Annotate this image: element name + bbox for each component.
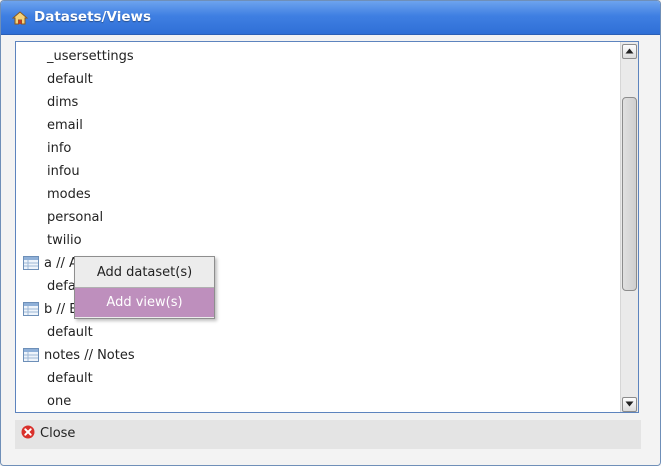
home-icon (11, 11, 29, 25)
list-item-label: info (47, 141, 72, 156)
list-item-label: _usersettings (47, 49, 134, 64)
list-item[interactable]: default (47, 367, 93, 390)
close-button[interactable]: Close (21, 423, 75, 445)
dataset-group-item[interactable]: a // A (23, 252, 78, 275)
chevron-up-icon (625, 48, 634, 54)
list-item[interactable]: default (47, 68, 93, 91)
list-item-label: twilio (47, 233, 82, 248)
scroll-down-button[interactable] (622, 397, 637, 412)
list-item[interactable]: twilio (47, 229, 82, 252)
datasets-views-list[interactable]: _usersettings default dims email info in… (15, 41, 639, 413)
datasets-views-dialog: Datasets/Views _usersettings default dim… (0, 0, 661, 466)
menu-item-add-datasets[interactable]: Add dataset(s) (75, 258, 214, 287)
window-title: Datasets/Views (34, 9, 151, 25)
list-item[interactable]: email (47, 114, 83, 137)
table-icon (23, 347, 39, 362)
title-bar[interactable]: Datasets/Views (1, 1, 660, 35)
close-icon (21, 425, 35, 439)
menu-item-add-views[interactable]: Add view(s) (75, 288, 214, 317)
dialog-content: _usersettings default dims email info in… (1, 35, 660, 465)
table-icon (23, 255, 39, 270)
list-item-label: dims (47, 95, 79, 110)
list-item-label: personal (47, 210, 104, 225)
list-item-label: a // A (44, 256, 78, 271)
list-item-label: default (47, 371, 93, 386)
table-icon (23, 301, 39, 316)
scroll-up-button[interactable] (622, 44, 637, 59)
chevron-down-icon (625, 401, 634, 407)
list-item[interactable]: one (47, 390, 72, 412)
list-item-label: modes (47, 187, 91, 202)
dataset-group-item[interactable]: b // B (23, 298, 78, 321)
list-item-label: one (47, 394, 72, 409)
list-item[interactable]: info (47, 137, 71, 160)
list-item[interactable]: modes (47, 183, 91, 206)
list-item[interactable]: infou (47, 160, 80, 183)
list-item[interactable]: _usersettings (47, 45, 134, 68)
scroll-thumb[interactable] (622, 97, 637, 291)
list-item-label: default (47, 72, 93, 87)
list-item-label: infou (47, 164, 80, 179)
list-item-label: notes // Notes (44, 348, 135, 363)
list-item-label: default (47, 325, 93, 340)
dataset-group-item[interactable]: notes // Notes (23, 344, 135, 367)
list-item-label: email (47, 118, 83, 133)
list-item[interactable]: default (47, 321, 93, 344)
vertical-scrollbar[interactable] (620, 42, 638, 412)
list-item[interactable]: dims (47, 91, 78, 114)
close-button-label: Close (40, 426, 76, 441)
dialog-footer: Close (15, 420, 641, 449)
list-item[interactable]: personal (47, 206, 103, 229)
context-menu: Add dataset(s) Add view(s) (74, 256, 215, 319)
